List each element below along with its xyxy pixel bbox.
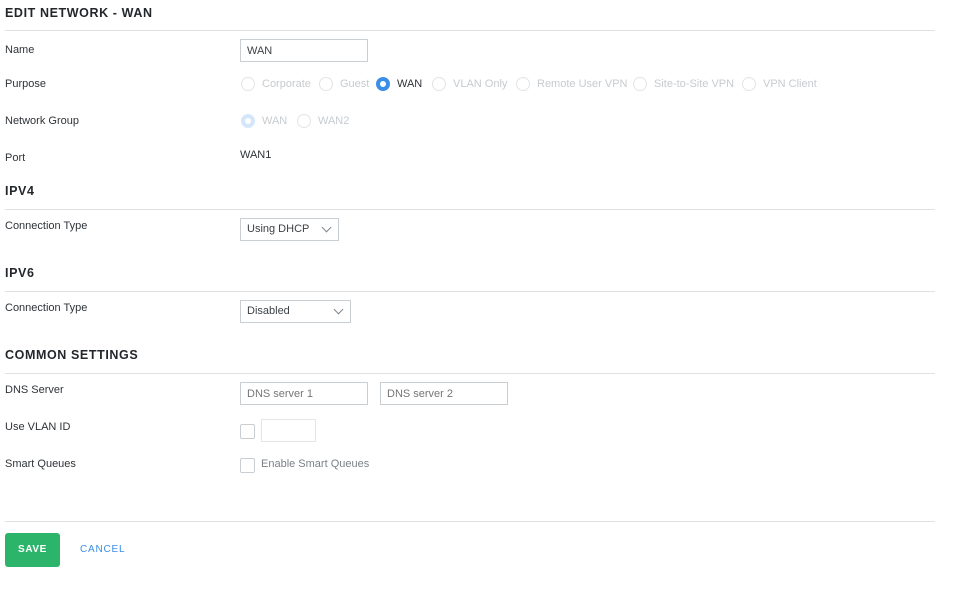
ipv4-connection-type-select[interactable]: Using DHCP: [240, 218, 339, 241]
name-label: Name: [5, 44, 35, 56]
dns-server-label: DNS Server: [5, 384, 64, 396]
purpose-radio-vpn-client[interactable]: [742, 77, 756, 91]
purpose-option-guest: Guest: [340, 78, 370, 90]
divider: [5, 30, 935, 31]
purpose-option-vlan-only: VLAN Only: [453, 78, 508, 90]
network-group-option-wan: WAN: [262, 115, 288, 127]
network-group-radio-wan[interactable]: [241, 114, 255, 128]
network-group-label: Network Group: [5, 115, 79, 127]
purpose-option-remote-user-vpn: Remote User VPN: [537, 78, 628, 90]
ipv4-connection-type-label: Connection Type: [5, 220, 88, 232]
ipv4-connection-type-value: Using DHCP: [247, 223, 310, 235]
use-vlan-id-checkbox[interactable]: [240, 424, 255, 439]
ipv6-connection-type-value: Disabled: [247, 305, 290, 317]
dns-server-1-input[interactable]: [240, 382, 368, 405]
smart-queues-checkbox-label: Enable Smart Queues: [261, 458, 370, 470]
purpose-radio-remote-user-vpn[interactable]: [516, 77, 530, 91]
ipv6-section-title: IPV6: [5, 266, 35, 280]
divider: [5, 373, 935, 374]
purpose-label: Purpose: [5, 78, 46, 90]
purpose-radio-corporate[interactable]: [241, 77, 255, 91]
divider: [5, 521, 935, 522]
ipv6-connection-type-select[interactable]: Disabled: [240, 300, 351, 323]
page-title: EDIT NETWORK - WAN: [5, 6, 153, 20]
common-settings-section-title: COMMON SETTINGS: [5, 348, 139, 362]
chevron-down-icon: [333, 304, 344, 315]
ipv4-section-title: IPV4: [5, 184, 35, 198]
divider: [5, 209, 935, 210]
purpose-radio-site-to-site-vpn[interactable]: [633, 77, 647, 91]
port-label: Port: [5, 152, 26, 164]
cancel-button[interactable]: CANCEL: [80, 544, 125, 555]
ipv6-connection-type-label: Connection Type: [5, 302, 88, 314]
purpose-radio-guest[interactable]: [319, 77, 333, 91]
divider: [5, 291, 935, 292]
chevron-down-icon: [321, 222, 332, 233]
purpose-option-vpn-client: VPN Client: [763, 78, 817, 90]
purpose-option-site-to-site-vpn: Site-to-Site VPN: [654, 78, 735, 90]
purpose-option-wan: WAN: [397, 78, 423, 90]
network-group-radio-wan2[interactable]: [297, 114, 311, 128]
smart-queues-label: Smart Queues: [5, 458, 76, 470]
use-vlan-id-label: Use VLAN ID: [5, 421, 71, 433]
network-group-option-wan2: WAN2: [318, 115, 350, 127]
save-button[interactable]: SAVE: [5, 533, 60, 567]
purpose-radio-wan[interactable]: [376, 77, 390, 91]
smart-queues-checkbox[interactable]: [240, 458, 255, 473]
port-value: WAN1: [240, 149, 272, 161]
name-input[interactable]: [240, 39, 368, 62]
purpose-radio-vlan-only[interactable]: [432, 77, 446, 91]
purpose-option-corporate: Corporate: [262, 78, 311, 90]
vlan-id-input[interactable]: [261, 419, 316, 442]
dns-server-2-input[interactable]: [380, 382, 508, 405]
